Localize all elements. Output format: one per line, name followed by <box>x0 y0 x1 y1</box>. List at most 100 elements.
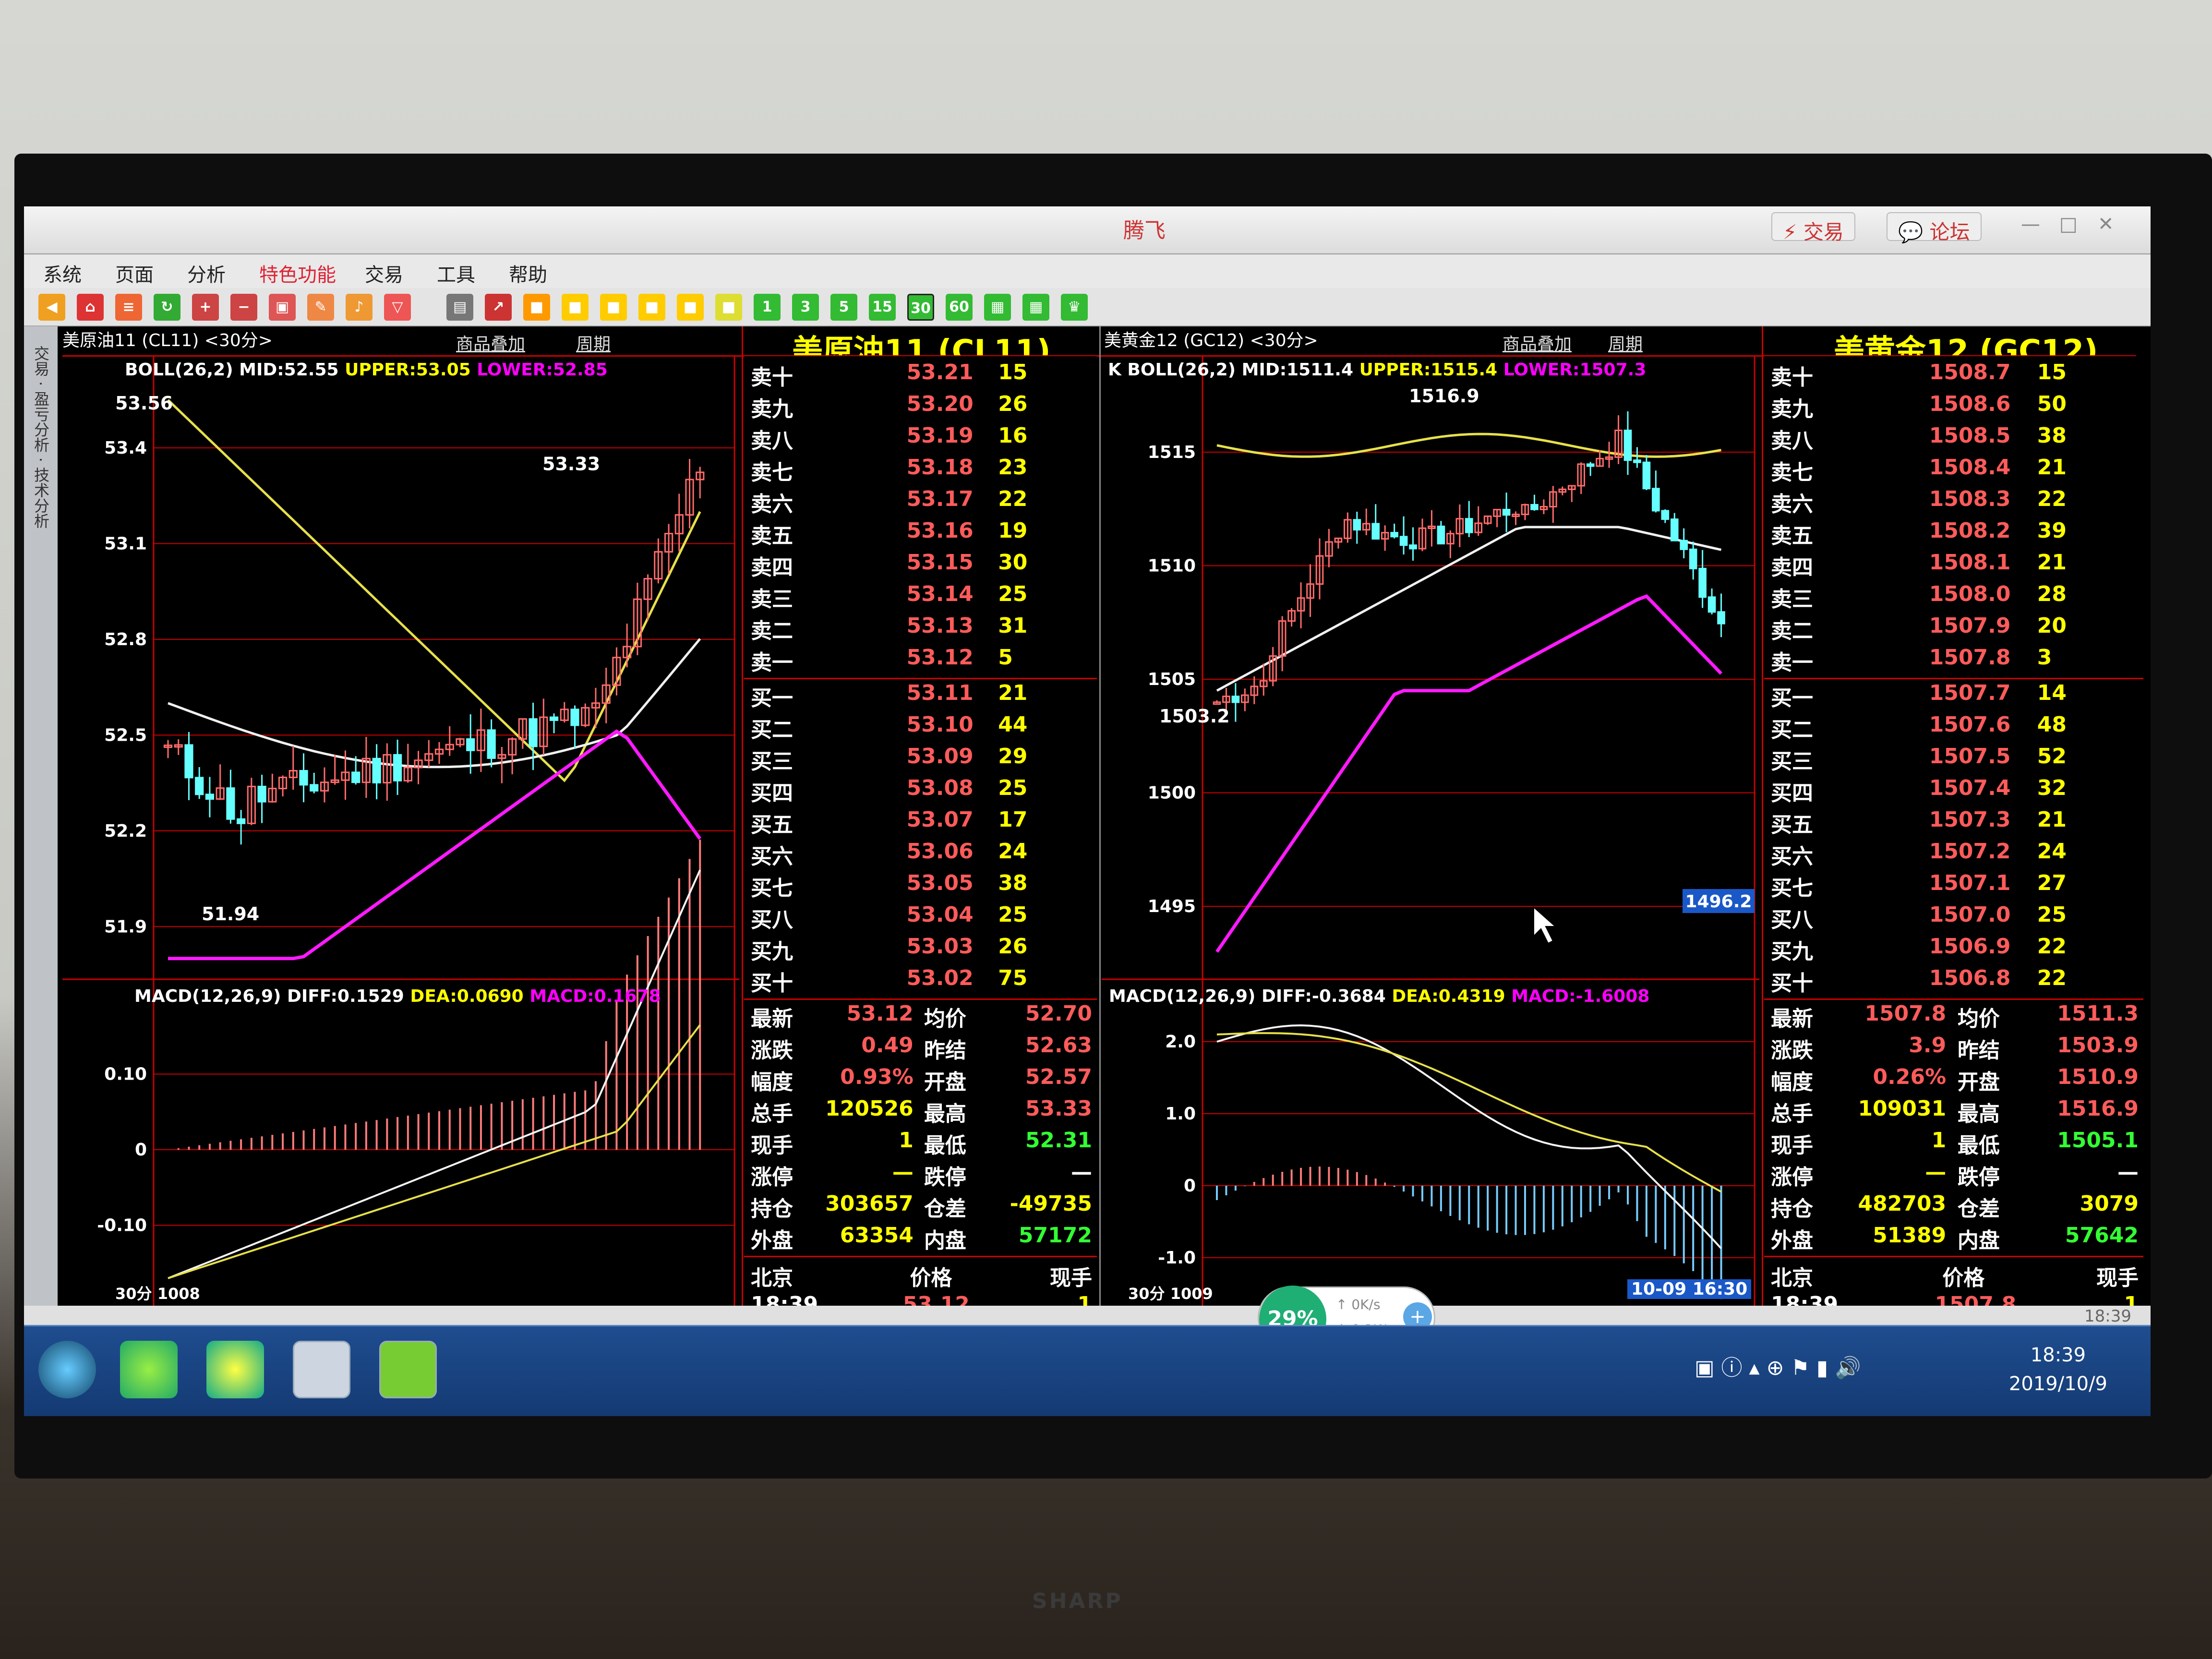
cup-icon[interactable]: ♛ <box>1061 294 1088 321</box>
left-period-link[interactable]: 周期 <box>576 330 611 355</box>
buy-level-label: 买一 <box>751 686 793 710</box>
sell-level-row[interactable]: 卖一 1507.8 3 <box>1764 645 2143 676</box>
trading-app-icon[interactable] <box>293 1341 350 1398</box>
sell-level-row[interactable]: 卖三 1508.0 28 <box>1764 582 2143 613</box>
period-3min-button[interactable]: 3 <box>792 294 819 321</box>
sell-level-row[interactable]: 卖九 53.20 26 <box>744 392 1097 422</box>
buy-level-row[interactable]: 买一 1507.7 14 <box>1764 681 2143 711</box>
buy-level-row[interactable]: 买十 53.02 75 <box>744 966 1097 997</box>
right-period-link[interactable]: 周期 <box>1608 330 1643 355</box>
buy-level-row[interactable]: 买八 53.04 25 <box>744 902 1097 933</box>
buy-level-row[interactable]: 买七 1507.1 27 <box>1764 871 2143 902</box>
period-multi-icon[interactable]: ▦ <box>1022 294 1049 321</box>
menu-features[interactable]: 特色功能 <box>259 259 336 287</box>
taskbar-clock[interactable]: 18:39 2019/10/9 <box>2009 1341 2107 1398</box>
period-season-icon[interactable]: ■ <box>677 294 704 321</box>
media-player-icon[interactable] <box>206 1341 264 1398</box>
right-price-chart[interactable]: 1515 1510 1505 1500 1495 2.0 1.0 0 -1.0 1516.9 150… <box>1102 355 1759 1325</box>
period-day-icon[interactable]: ■ <box>562 294 589 321</box>
buy-level-row[interactable]: 买一 53.11 21 <box>744 681 1097 711</box>
sell-level-row[interactable]: 卖六 53.17 22 <box>744 487 1097 517</box>
window-icon[interactable]: ▣ <box>269 294 296 321</box>
app-plus-icon[interactable] <box>379 1341 437 1398</box>
refresh-icon[interactable]: ↻ <box>154 294 180 321</box>
buy-level-row[interactable]: 买三 53.09 29 <box>744 744 1097 775</box>
sell-level-row[interactable]: 卖十 1508.7 15 <box>1764 360 2143 391</box>
sell-level-row[interactable]: 卖五 53.16 19 <box>744 518 1097 549</box>
menu-tools[interactable]: 工具 <box>437 259 475 287</box>
right-overlay-link[interactable]: 商品叠加 <box>1503 330 1572 355</box>
ie-icon[interactable] <box>120 1341 178 1398</box>
bell-icon[interactable]: ♪ <box>346 294 373 321</box>
sell-level-row[interactable]: 卖七 53.18 23 <box>744 455 1097 486</box>
buy-level-row[interactable]: 买七 53.05 38 <box>744 871 1097 902</box>
sell-level-label: 卖九 <box>751 397 793 421</box>
left-price-chart[interactable]: 53.4 53.1 52.8 52.5 52.2 51.9 0.10 0 -0.10 53.33 5… <box>62 355 739 1325</box>
period-5min-button[interactable]: 5 <box>830 294 857 321</box>
minimize-icon[interactable]: — <box>2021 213 2040 235</box>
menu-help[interactable]: 帮助 <box>509 259 547 287</box>
left-overlay-link[interactable]: 商品叠加 <box>456 330 525 355</box>
buy-level-row[interactable]: 买九 1506.9 22 <box>1764 934 2143 965</box>
start-icon[interactable] <box>38 1341 96 1398</box>
side-tab[interactable]: 交易 · 盈亏分析 · 技术分析 <box>24 326 58 1325</box>
buy-level-row[interactable]: 买二 53.10 44 <box>744 712 1097 743</box>
list-icon[interactable]: ≡ <box>115 294 142 321</box>
menu-analysis[interactable]: 分析 <box>187 259 226 287</box>
chart-icon[interactable]: ↗ <box>485 294 512 321</box>
period-week-icon[interactable]: ■ <box>600 294 627 321</box>
sell-level-row[interactable]: 卖一 53.12 5 <box>744 645 1097 676</box>
period-custom-icon[interactable]: ▦ <box>984 294 1011 321</box>
buy-level-row[interactable]: 买二 1507.6 48 <box>1764 712 2143 743</box>
stat-row: 外盘 63354 内盘 57172 <box>744 1223 1097 1254</box>
sell-level-row[interactable]: 卖四 53.15 30 <box>744 550 1097 581</box>
period-30min-button[interactable]: 30 <box>907 294 934 321</box>
buy-level-row[interactable]: 买四 1507.4 32 <box>1764 776 2143 806</box>
period-year-icon[interactable]: ■ <box>715 294 742 321</box>
tray-icons[interactable]: ▣ ⓘ ▴ ⊕ ⚑ ▮ 🔊 <box>1695 1350 1861 1381</box>
table-icon[interactable]: ▤ <box>446 294 473 321</box>
buy-level-row[interactable]: 买五 53.07 17 <box>744 807 1097 838</box>
buy-level-row[interactable]: 买九 53.03 26 <box>744 934 1097 965</box>
period-60min-button[interactable]: 60 <box>946 294 973 321</box>
period-month-icon[interactable]: ■ <box>638 294 665 321</box>
sell-level-row[interactable]: 卖四 1508.1 21 <box>1764 550 2143 581</box>
sell-level-row[interactable]: 卖六 1508.3 22 <box>1764 487 2143 517</box>
close-icon[interactable]: ✕ <box>2098 213 2114 235</box>
menu-system[interactable]: 系统 <box>43 259 82 287</box>
buy-level-row[interactable]: 买八 1507.0 25 <box>1764 902 2143 933</box>
period-tick-icon[interactable]: ■ <box>523 294 550 321</box>
sell-level-row[interactable]: 卖十 53.21 15 <box>744 360 1097 391</box>
home-icon[interactable]: ⌂ <box>77 294 104 321</box>
period-15min-button[interactable]: 15 <box>869 294 896 321</box>
stat-label: 外盘 <box>1771 1228 1813 1253</box>
sell-level-row[interactable]: 卖二 53.13 31 <box>744 613 1097 644</box>
maximize-icon[interactable]: □ <box>2059 213 2078 235</box>
buy-level-row[interactable]: 买四 53.08 25 <box>744 776 1097 806</box>
zoom-out-icon[interactable]: − <box>230 294 257 321</box>
buy-level-row[interactable]: 买三 1507.5 52 <box>1764 744 2143 775</box>
sell-level-row[interactable]: 卖七 1508.4 21 <box>1764 455 2143 486</box>
trade-button[interactable]: ⚡ 交易 <box>1771 212 1855 244</box>
sell-level-row[interactable]: 卖三 53.14 25 <box>744 582 1097 613</box>
zoom-in-icon[interactable]: + <box>192 294 219 321</box>
buy-level-row[interactable]: 买六 1507.2 24 <box>1764 839 2143 870</box>
sell-level-row[interactable]: 卖八 1508.5 38 <box>1764 423 2143 454</box>
back-icon[interactable]: ◀ <box>38 294 65 321</box>
buy-level-row[interactable]: 买十 1506.8 22 <box>1764 966 2143 997</box>
buy-level-row[interactable]: 买五 1507.3 21 <box>1764 807 2143 838</box>
forum-button[interactable]: 💬 论坛 <box>1887 212 1982 244</box>
draw-icon[interactable]: ✎ <box>307 294 334 321</box>
right-quote-panel: 卖十 1508.7 15 卖九 1508.6 50 卖八 1508.5 38 卖七 1508.4 21… <box>1764 356 2143 1350</box>
menu-page[interactable]: 页面 <box>115 259 154 287</box>
macd-tick-label: 0 <box>1184 1176 1196 1196</box>
buy-level-row[interactable]: 买六 53.06 24 <box>744 839 1097 870</box>
sell-level-row[interactable]: 卖二 1507.9 20 <box>1764 613 2143 644</box>
period-1min-button[interactable]: 1 <box>754 294 781 321</box>
boll-upper-line <box>1216 433 1721 458</box>
sell-level-row[interactable]: 卖九 1508.6 50 <box>1764 392 2143 422</box>
sell-level-row[interactable]: 卖八 53.19 16 <box>744 423 1097 454</box>
sell-level-row[interactable]: 卖五 1508.2 39 <box>1764 518 2143 549</box>
menu-trade[interactable]: 交易 <box>365 259 403 287</box>
filter-icon[interactable]: ▽ <box>384 294 411 321</box>
